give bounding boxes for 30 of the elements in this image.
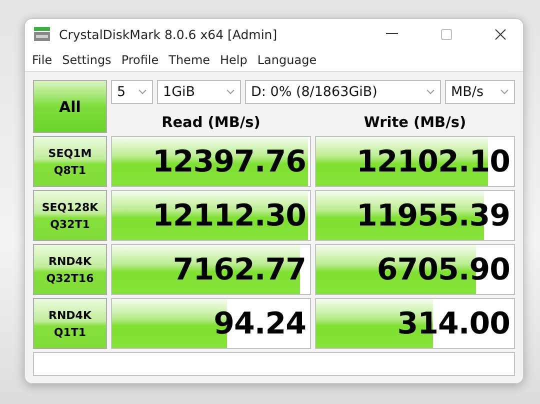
menu-item[interactable]: File <box>32 53 52 67</box>
chevron-down-icon <box>138 89 147 95</box>
all-button[interactable]: All <box>33 80 107 133</box>
result-value: 12397.76 <box>152 144 306 179</box>
menu-item[interactable]: Theme <box>168 53 210 67</box>
test-button[interactable]: SEQ128K Q32T1 <box>33 190 107 241</box>
maximize-icon <box>440 28 452 40</box>
app-icon <box>33 26 51 42</box>
column-header: Read (MB/s) <box>162 115 260 133</box>
chevron-down-icon <box>500 89 509 95</box>
result-value: 94.24 <box>214 306 306 341</box>
minimize-icon <box>386 33 398 35</box>
test-button[interactable]: RND4K Q32T16 <box>33 244 107 295</box>
chevron-down-icon <box>426 89 435 95</box>
menu-item[interactable]: Language <box>257 53 317 67</box>
result-value: 314.00 <box>397 306 510 341</box>
test-button[interactable]: SEQ1M Q8T1 <box>33 136 107 187</box>
menu-item[interactable]: Settings <box>62 53 112 67</box>
test-button[interactable]: RND4K Q1T1 <box>33 298 107 349</box>
result-value: 12112.30 <box>152 198 306 233</box>
column-header: Write (MB/s) <box>364 115 466 133</box>
dropdown[interactable]: MB/s <box>445 80 515 104</box>
dropdown[interactable]: 5 <box>111 80 153 104</box>
close-icon <box>494 28 506 40</box>
dropdown[interactable]: 1GiB <box>157 80 241 104</box>
menu-item[interactable]: Profile <box>121 53 159 67</box>
menu-item[interactable]: Help <box>220 53 248 67</box>
window-title: CrystalDiskMark 8.0.6 x64 [Admin] <box>59 26 278 42</box>
chevron-down-icon <box>226 89 235 95</box>
dropdown[interactable]: D: 0% (8/1863GiB) <box>245 80 441 104</box>
